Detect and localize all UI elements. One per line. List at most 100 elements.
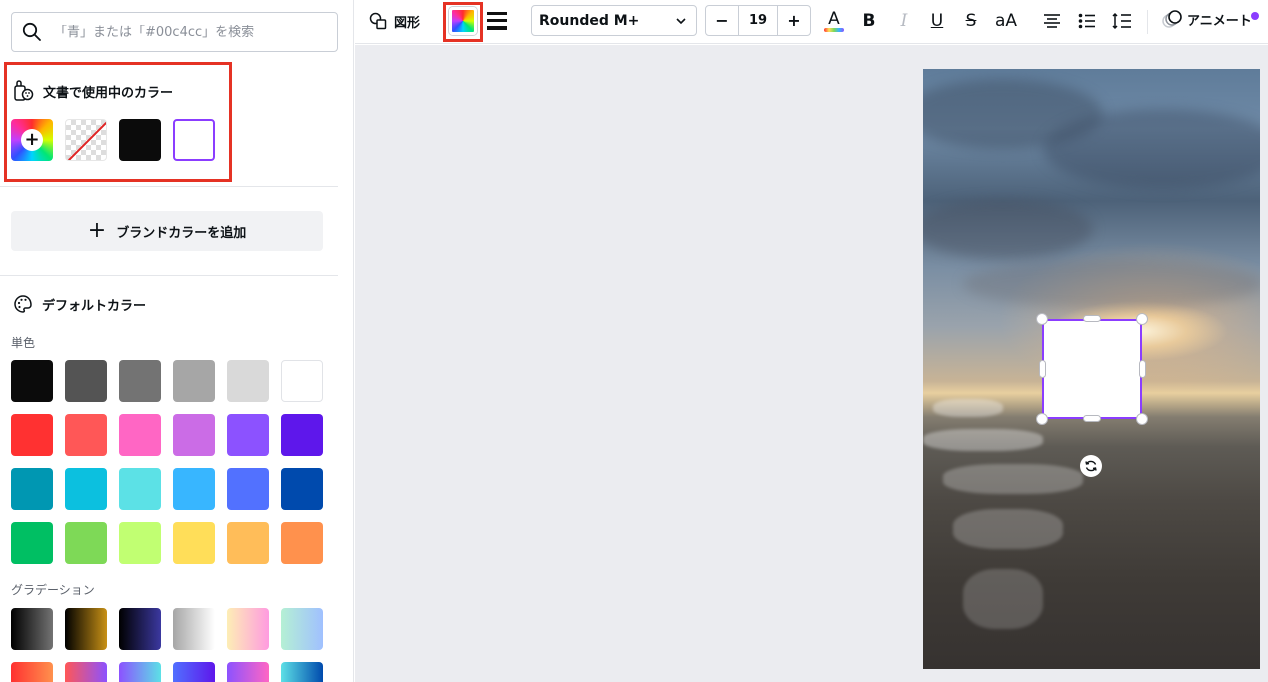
- gradient-color-swatch[interactable]: [65, 662, 107, 682]
- plus-icon: +: [21, 129, 43, 151]
- document-colors-title: 文書で使用中のカラー: [43, 85, 174, 101]
- shape-label: 図形: [394, 15, 421, 31]
- solid-color-swatch[interactable]: [173, 522, 215, 564]
- gradient-color-swatch[interactable]: [119, 662, 161, 682]
- align-center-button[interactable]: [1042, 11, 1062, 31]
- gradient-color-swatch[interactable]: [227, 662, 269, 682]
- resize-handle-left[interactable]: [1039, 360, 1046, 378]
- photo-detail: [923, 429, 1043, 451]
- rotate-handle[interactable]: [1080, 455, 1102, 477]
- palette-icon: [14, 295, 32, 313]
- solid-color-swatch[interactable]: [227, 522, 269, 564]
- line-spacing-button[interactable]: [1111, 10, 1133, 32]
- resize-handle-bottom-right[interactable]: [1136, 413, 1148, 425]
- solid-color-swatch[interactable]: [173, 360, 215, 402]
- document-color-swatch-white[interactable]: [173, 119, 215, 161]
- gradient-color-swatch[interactable]: [227, 608, 269, 650]
- photo-detail: [923, 199, 1093, 259]
- solid-color-swatch[interactable]: [281, 468, 323, 510]
- panel-scrollbar[interactable]: [338, 0, 354, 682]
- sunset-beach-photo[interactable]: [923, 69, 1260, 669]
- decrease-font-size-button[interactable]: −: [706, 6, 738, 35]
- increase-font-size-button[interactable]: +: [778, 6, 810, 35]
- animate-icon: [1162, 10, 1182, 28]
- photo-detail: [933, 399, 1003, 417]
- search-input[interactable]: [54, 24, 324, 40]
- photo-detail: [963, 259, 1260, 309]
- solid-color-swatch[interactable]: [11, 468, 53, 510]
- section-divider: [0, 186, 338, 187]
- solid-color-swatch[interactable]: [119, 414, 161, 456]
- solid-color-swatch[interactable]: [173, 414, 215, 456]
- strikethrough-button[interactable]: S: [962, 10, 980, 32]
- font-family-value: Rounded M+: [539, 12, 640, 29]
- solid-color-swatch[interactable]: [281, 360, 323, 402]
- solid-color-swatch[interactable]: [65, 360, 107, 402]
- selected-square-shape[interactable]: [1042, 319, 1142, 419]
- gradient-color-swatch[interactable]: [11, 608, 53, 650]
- bullet-list-button[interactable]: [1077, 11, 1097, 31]
- gradient-color-swatch[interactable]: [119, 608, 161, 650]
- solid-color-swatch[interactable]: [11, 360, 53, 402]
- document-colors-heading: 文書で使用中のカラー: [13, 80, 173, 102]
- text-color-button[interactable]: A: [823, 8, 845, 34]
- gradient-color-swatch[interactable]: [65, 608, 107, 650]
- chevron-down-icon: [676, 18, 686, 25]
- align-center-icon: [1044, 14, 1060, 28]
- photo-detail: [963, 569, 1043, 629]
- resize-handle-top-right[interactable]: [1136, 313, 1148, 325]
- plus-icon: +: [87, 218, 107, 243]
- shape-button[interactable]: 図形: [369, 9, 420, 33]
- solid-color-swatch[interactable]: [281, 414, 323, 456]
- gradient-color-swatch[interactable]: [173, 608, 215, 650]
- add-brand-color-button[interactable]: + ブランドカラーを追加: [11, 211, 323, 251]
- transparent-color-swatch[interactable]: [65, 119, 107, 161]
- solid-color-swatch[interactable]: [65, 522, 107, 564]
- solid-color-swatch[interactable]: [173, 468, 215, 510]
- solid-color-swatch[interactable]: [119, 360, 161, 402]
- border-style-button[interactable]: [486, 12, 508, 30]
- solid-color-swatch[interactable]: [227, 468, 269, 510]
- gradient-color-swatch[interactable]: [281, 608, 323, 650]
- resize-handle-top-left[interactable]: [1036, 313, 1048, 325]
- gradient-color-swatch[interactable]: [173, 662, 215, 682]
- rainbow-bar-icon: [824, 27, 844, 32]
- gradient-color-swatch[interactable]: [11, 662, 53, 682]
- resize-handle-top[interactable]: [1083, 315, 1101, 322]
- solid-color-swatch[interactable]: [281, 522, 323, 564]
- canvas-area[interactable]: [355, 45, 1268, 682]
- resize-handle-bottom-left[interactable]: [1036, 413, 1048, 425]
- font-size-stepper: − 19 +: [705, 5, 811, 36]
- solid-color-swatch[interactable]: [65, 414, 107, 456]
- italic-button[interactable]: I: [895, 10, 913, 32]
- shapes-icon: [369, 12, 387, 30]
- underline-button[interactable]: U: [928, 10, 946, 32]
- solid-color-swatch[interactable]: [119, 522, 161, 564]
- resize-handle-bottom[interactable]: [1083, 415, 1101, 422]
- font-family-select[interactable]: Rounded M+: [531, 5, 697, 36]
- photo-detail: [953, 509, 1063, 549]
- solid-color-swatch[interactable]: [11, 414, 53, 456]
- color-search[interactable]: [11, 12, 338, 52]
- resize-handle-right[interactable]: [1139, 360, 1146, 378]
- section-divider: [0, 275, 338, 276]
- editor-toolbar: 図形 Rounded M+ − 19 + A B I U S aA アニメート: [355, 0, 1268, 44]
- list-icon: [1078, 13, 1095, 29]
- solid-color-swatch[interactable]: [65, 468, 107, 510]
- document-color-swatch-black[interactable]: [119, 119, 161, 161]
- add-color-button[interactable]: +: [11, 119, 53, 161]
- line-weight-icon: [487, 12, 507, 15]
- bold-button[interactable]: B: [860, 10, 878, 32]
- solid-color-swatch[interactable]: [227, 360, 269, 402]
- font-size-value[interactable]: 19: [738, 6, 778, 35]
- solid-color-swatch[interactable]: [11, 522, 53, 564]
- line-spacing-icon: [1112, 12, 1131, 30]
- solid-color-swatch[interactable]: [227, 414, 269, 456]
- solid-color-swatch[interactable]: [119, 468, 161, 510]
- color-panel: 文書で使用中のカラー + + ブランドカラーを追加 デフォルトカラー 単色 グラ…: [0, 0, 338, 682]
- fill-color-button[interactable]: [449, 7, 477, 35]
- letter-case-button[interactable]: aA: [993, 10, 1019, 32]
- animate-button[interactable]: アニメート: [1161, 9, 1252, 29]
- search-icon: [22, 22, 41, 41]
- gradient-color-swatch[interactable]: [281, 662, 323, 682]
